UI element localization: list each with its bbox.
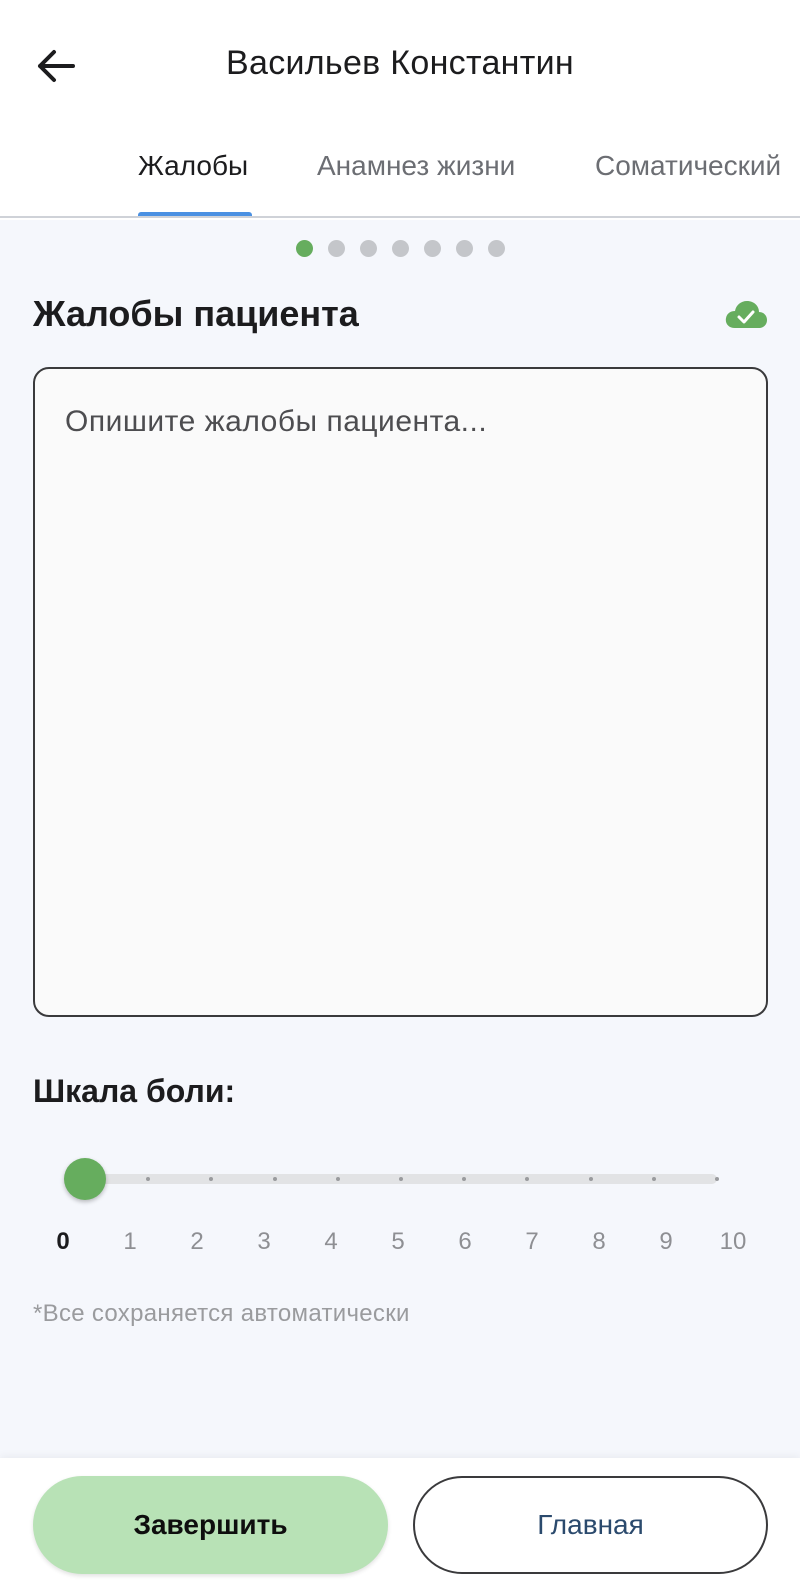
- back-button[interactable]: [34, 44, 78, 88]
- slider-tick-label: 0: [56, 1228, 70, 1255]
- slider-tick: [399, 1177, 403, 1181]
- slider-tick-label: 8: [592, 1228, 606, 1255]
- slider-tick-label: 6: [458, 1228, 472, 1255]
- page-dot: [327, 240, 345, 257]
- slider-tick-label: 10: [719, 1228, 747, 1255]
- slider-tick: [209, 1177, 214, 1181]
- tab-bar: Жалобы Анамнез жизни Соматический: [0, 140, 800, 218]
- slider-tick-label: 1: [123, 1228, 137, 1255]
- pain-scale-tick-labels: 0 1 2 3 4 5 6 7 8 9 10: [0, 1228, 800, 1262]
- page-dot: [423, 240, 441, 257]
- slider-tick-label: 7: [525, 1228, 539, 1255]
- slider-tick-label: 9: [659, 1228, 673, 1255]
- app-header: Васильев Константин Жалобы Анамнез жизни…: [0, 0, 800, 220]
- patient-name-title: Васильев Константин: [226, 44, 574, 82]
- section-title: Жалобы пациента: [33, 293, 359, 334]
- home-button[interactable]: Главная: [413, 1476, 768, 1574]
- slider-tick-label: 5: [391, 1228, 405, 1255]
- slider-tick: [588, 1177, 593, 1181]
- page-dot: [359, 240, 377, 257]
- slider-tick: [272, 1177, 277, 1181]
- slider-tick: [525, 1177, 530, 1181]
- slider-tick: [146, 1177, 151, 1181]
- slider-thumb[interactable]: [64, 1158, 106, 1200]
- page-dot: [391, 240, 409, 257]
- pain-scale-label: Шкала боли:: [33, 1073, 236, 1109]
- page-dot: [455, 240, 473, 257]
- arrow-left-icon: [38, 50, 75, 82]
- slider-tick: [462, 1177, 467, 1181]
- page-dot: [487, 240, 505, 257]
- bottom-action-bar: Завершить Главная: [0, 1458, 800, 1586]
- tab-complaints[interactable]: Жалобы: [138, 150, 248, 182]
- page-indicator: [0, 240, 800, 258]
- autosave-note: *Все сохраняется автоматически: [33, 1300, 410, 1327]
- cloud-check-icon: [725, 301, 767, 328]
- slider-tick: [335, 1177, 340, 1181]
- slider-tick-label: 3: [257, 1228, 271, 1255]
- tab-somatic[interactable]: Соматический: [595, 150, 781, 182]
- finish-button[interactable]: Завершить: [33, 1476, 388, 1574]
- active-tab-indicator: [138, 212, 252, 216]
- complaints-textarea[interactable]: [33, 367, 768, 1017]
- slider-tick: [651, 1177, 656, 1181]
- slider-tick: [715, 1177, 719, 1181]
- page-dot: [295, 240, 313, 257]
- tab-life-anamnesis[interactable]: Анамнез жизни: [317, 150, 515, 182]
- slider-tick-label: 2: [190, 1228, 204, 1255]
- slider-tick-label: 4: [324, 1228, 338, 1255]
- pain-scale-slider[interactable]: [85, 1174, 719, 1184]
